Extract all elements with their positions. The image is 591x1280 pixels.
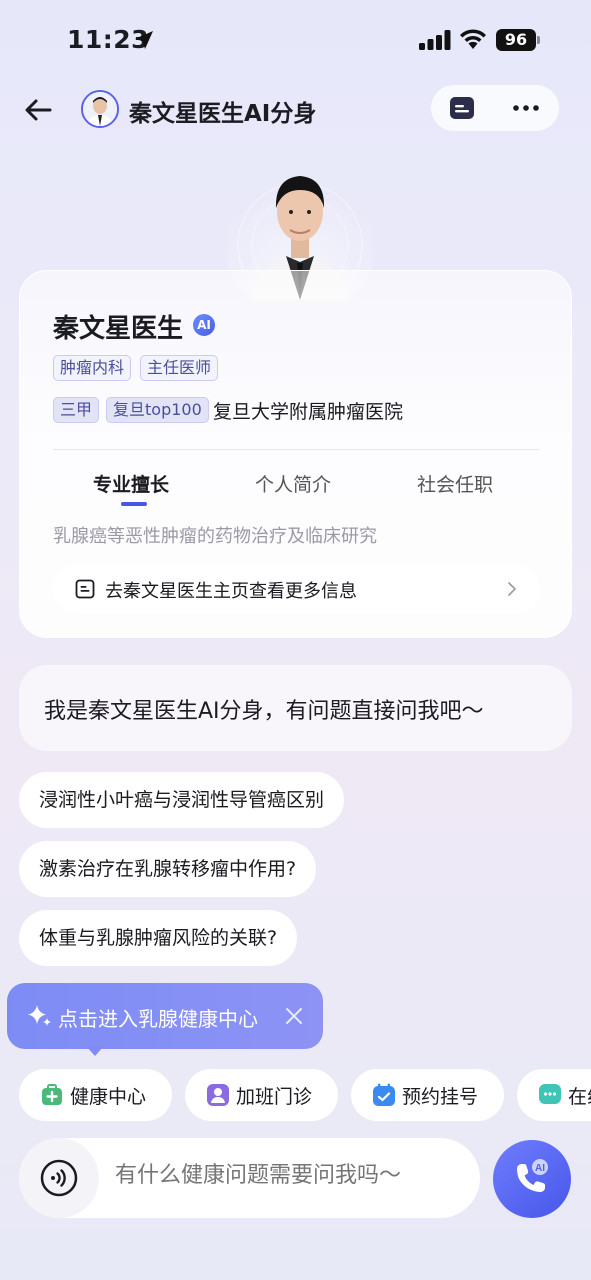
call-ai-badge: AI	[535, 1163, 545, 1174]
nav-actions-capsule	[431, 85, 559, 131]
quick-action-label: 健康中心	[70, 1086, 147, 1108]
ai-badge-icon: AI	[193, 314, 215, 336]
suggested-question[interactable]: 浸润性小叶癌与浸润性导管癌区别	[19, 772, 345, 828]
wifi-icon	[460, 29, 486, 49]
tab-specialty[interactable]: 专业擅长	[93, 470, 169, 497]
status-bar: 11:23 96	[0, 0, 591, 80]
quick-action-online[interactable]: 在线	[517, 1069, 591, 1121]
quick-action-label: 预约挂号	[402, 1086, 479, 1108]
greeting-message: 我是秦文星医生AI分身，有问题直接问我吧～	[19, 665, 572, 751]
health-center-tooltip[interactable]: 点击进入乳腺健康中心	[7, 983, 323, 1049]
document-icon	[75, 579, 95, 599]
department-tag: 肿瘤内科	[53, 355, 132, 381]
doctor-avatar-image	[83, 92, 117, 126]
title-tag: 主任医师	[140, 355, 219, 381]
tab-biography[interactable]: 个人简介	[255, 470, 331, 497]
hospital-rank-tag: 复旦top100	[106, 397, 209, 423]
page-title: 秦文星医生AI分身	[129, 101, 317, 127]
doctor-name: 秦文星医生	[53, 314, 184, 344]
calendar-icon	[373, 1083, 395, 1106]
chat-icon	[539, 1084, 561, 1104]
close-icon[interactable]	[283, 1005, 305, 1027]
chat-input-bar	[19, 1138, 480, 1218]
greeting-text: 我是秦文星医生AI分身，有问题直接问我吧～	[44, 699, 484, 724]
ai-call-button[interactable]: AI	[493, 1140, 571, 1218]
specialty-text: 乳腺癌等恶性肿瘤的药物治疗及临床研究	[53, 526, 377, 547]
quick-action-label: 在线	[568, 1086, 591, 1108]
location-arrow-icon	[135, 31, 153, 49]
divider	[53, 449, 540, 450]
cellular-signal-icon	[419, 30, 451, 50]
voice-icon	[40, 1159, 78, 1197]
hospital-grade-tag: 三甲	[53, 397, 100, 423]
back-arrow-icon[interactable]	[20, 92, 56, 128]
suggested-question[interactable]: 体重与乳腺肿瘤风险的关联?	[19, 910, 298, 966]
message-input[interactable]	[115, 1163, 465, 1188]
doctor-homepage-link[interactable]: 去秦文星医生主页查看更多信息	[53, 565, 540, 614]
quick-action-label: 加班门诊	[236, 1086, 313, 1108]
tab-social-positions[interactable]: 社会任职	[417, 470, 493, 497]
more-options-icon[interactable]	[511, 96, 541, 120]
doctor-profile-card: 秦文星医生 AI 肿瘤内科 主任医师 三甲 复旦top100 复旦大学附属肿瘤医…	[19, 270, 572, 638]
nav-bar: 秦文星医生AI分身	[0, 80, 591, 140]
homepage-link-label: 去秦文星医生主页查看更多信息	[105, 581, 357, 602]
hospital-name: 复旦大学附属肿瘤医院	[213, 401, 404, 423]
suggested-question[interactable]: 激素治疗在乳腺转移瘤中作用?	[19, 841, 317, 897]
extra-clinic-icon	[207, 1084, 229, 1106]
voice-input-button[interactable]	[19, 1138, 99, 1218]
quick-action-appointment[interactable]: 预约挂号	[351, 1069, 504, 1121]
tooltip-pointer	[86, 1046, 104, 1056]
battery-level: 96	[496, 29, 536, 51]
phone-ai-icon: AI	[517, 1159, 548, 1192]
history-doc-icon[interactable]	[449, 96, 475, 120]
chevron-right-icon	[508, 582, 517, 596]
battery-icon: 96	[496, 29, 542, 51]
doctor-avatar[interactable]	[81, 90, 119, 128]
health-center-icon	[42, 1084, 62, 1105]
tooltip-text: 点击进入乳腺健康中心	[58, 1007, 258, 1031]
sparkle-icon	[28, 1005, 51, 1026]
quick-action-health-center[interactable]: 健康中心	[19, 1069, 172, 1121]
quick-action-extra-clinic[interactable]: 加班门诊	[185, 1069, 338, 1121]
active-tab-indicator	[121, 502, 147, 506]
